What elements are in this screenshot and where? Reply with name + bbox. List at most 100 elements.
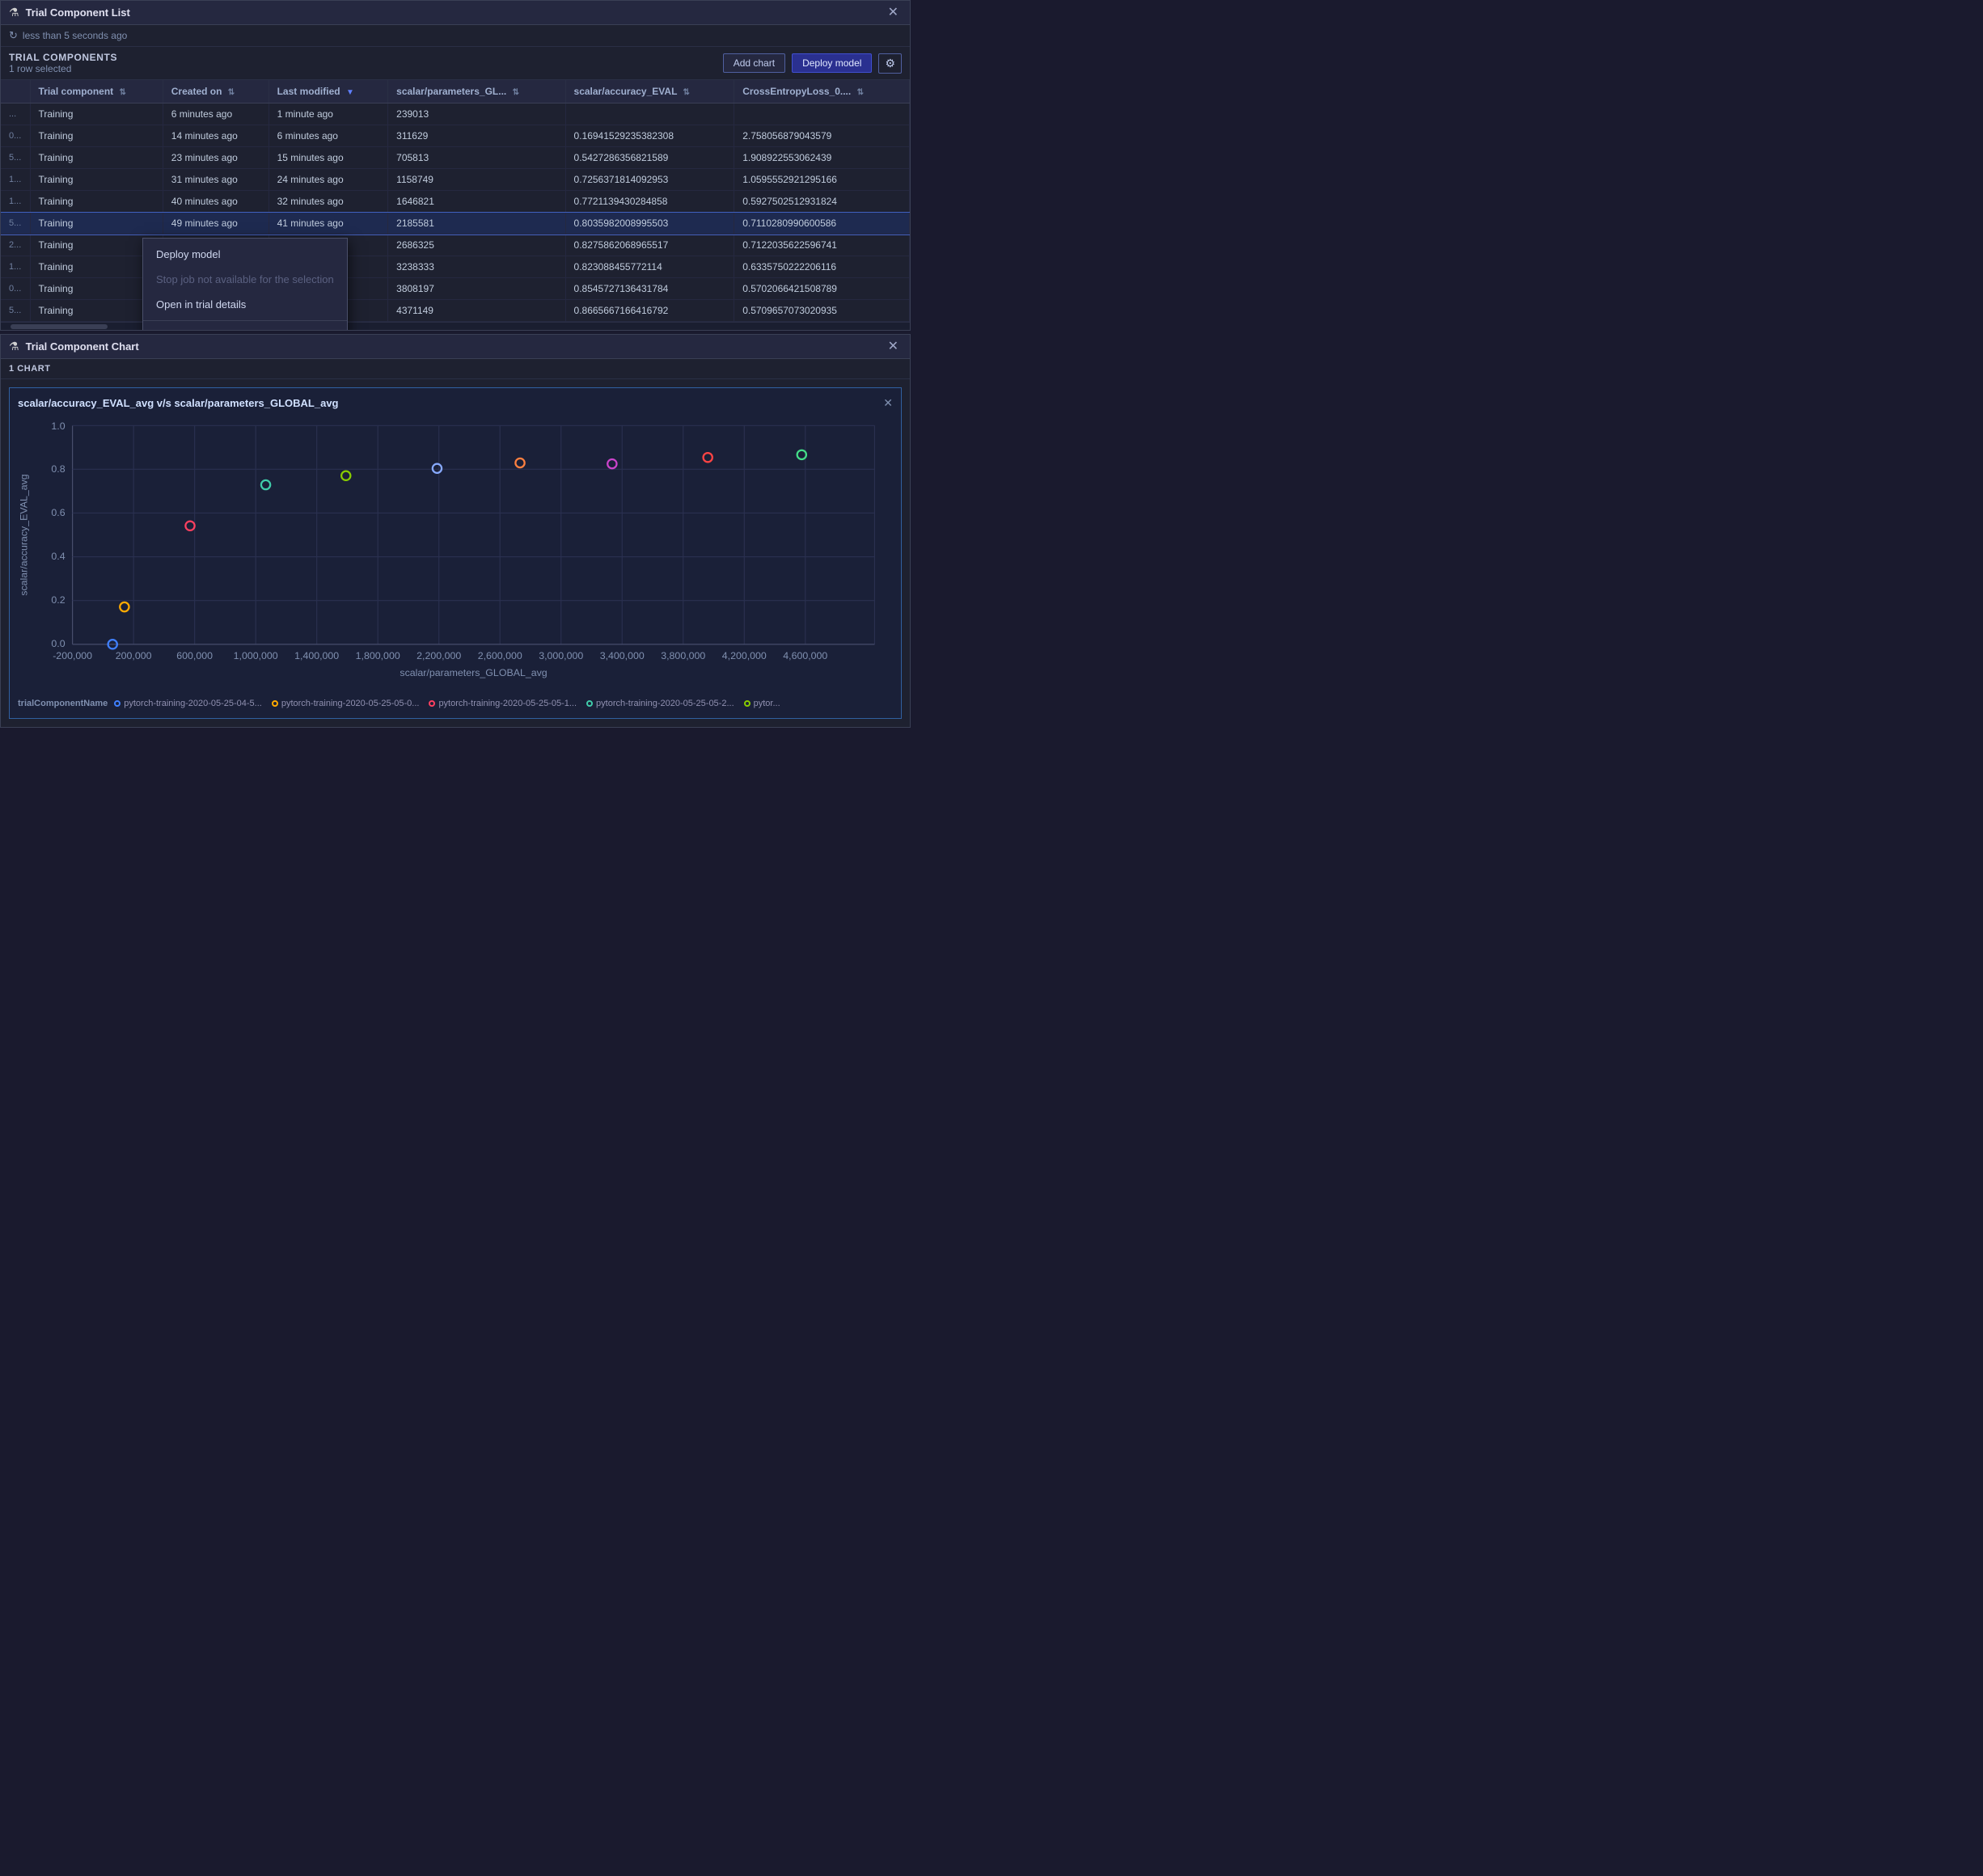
scroll-thumb[interactable] [11,324,108,329]
close-panel-bottom-button[interactable]: ✕ [885,340,902,353]
table-row[interactable]: 5...Training23 minutes ago15 minutes ago… [1,147,910,169]
table-cell-0-1: Training [30,104,163,125]
context-menu-divider [143,320,347,321]
refresh-bar: ↻ less than 5 seconds ago [1,25,910,47]
table-cell-4-4: 1646821 [388,191,565,213]
col-header-accuracy[interactable]: scalar/accuracy_EVAL ⇅ [565,80,734,104]
table-cell-2-0: 5... [1,147,30,169]
table-cell-5-3: 41 minutes ago [268,213,388,234]
table-row[interactable]: 0...Training14 minutes ago6 minutes ago3… [1,125,910,147]
table-cell-1-6: 2.758056879043579 [734,125,910,147]
legend-item-1: pytorch-training-2020-05-25-04-5... [114,699,262,708]
svg-text:scalar/parameters_GLOBAL_avg: scalar/parameters_GLOBAL_avg [400,667,547,678]
table-cell-6-6: 0.7122035622596741 [734,234,910,256]
table-cell-2-6: 1.908922553062439 [734,147,910,169]
table-row[interactable]: 5...Training43711490.86656671664167920.5… [1,300,910,322]
table-cell-3-5: 0.7256371814092953 [565,169,734,191]
table-row[interactable]: 1...Training40 minutes ago32 minutes ago… [1,191,910,213]
panel-title-bottom: Trial Component Chart [26,340,878,353]
table-row[interactable]: 1...Training32383330.8230884557721140.63… [1,256,910,278]
svg-text:4,600,000: 4,600,000 [783,650,827,661]
svg-text:-200,000: -200,000 [53,650,92,661]
table-cell-5-4: 2185581 [388,213,565,234]
table-row[interactable]: ...Training6 minutes ago1 minute ago2390… [1,104,910,125]
svg-text:600,000: 600,000 [176,650,213,661]
legend-text-1: pytorch-training-2020-05-25-04-5... [124,699,262,708]
table-cell-3-4: 1158749 [388,169,565,191]
panel-title-top: Trial Component List [26,6,878,19]
table-cell-8-0: 0... [1,278,30,300]
deploy-model-button[interactable]: Deploy model [792,53,872,73]
svg-text:4,200,000: 4,200,000 [722,650,767,661]
table-cell-2-2: 23 minutes ago [163,147,268,169]
sort-icon-param: ⇅ [513,88,519,97]
settings-button[interactable]: ⚙ [878,53,902,74]
col-header-param[interactable]: scalar/parameters_GL... ⇅ [388,80,565,104]
table-cell-5-0: 5... [1,213,30,234]
svg-text:3,800,000: 3,800,000 [661,650,705,661]
table-cell-9-5: 0.8665667166416792 [565,300,734,322]
table-row[interactable]: 0...Training38081970.85457271364317840.5… [1,278,910,300]
table-cell-0-2: 6 minutes ago [163,104,268,125]
table-body: ...Training6 minutes ago1 minute ago2390… [1,104,910,322]
horizontal-scrollbar[interactable] [1,322,910,330]
svg-text:3,000,000: 3,000,000 [539,650,583,661]
legend-item-4: pytorch-training-2020-05-25-05-2... [586,699,734,708]
chart-title: scalar/accuracy_EVAL_avg v/s scalar/para… [18,397,339,409]
chart-section-title: 1 CHART [1,359,910,379]
legend-text-2: pytorch-training-2020-05-25-05-0... [281,699,420,708]
table-cell-6-4: 2686325 [388,234,565,256]
close-chart-button[interactable]: ✕ [883,396,893,410]
table-cell-3-6: 1.0595552921295166 [734,169,910,191]
table-row[interactable]: 1...Training31 minutes ago24 minutes ago… [1,169,910,191]
svg-text:1.0: 1.0 [51,420,65,432]
flask-icon: ⚗ [9,6,19,19]
chart-legend: trialComponentName pytorch-training-2020… [18,692,893,710]
chart-svg: 0.0 0.2 0.4 0.6 0.8 1.0 scalar/accuracy_… [18,416,893,690]
close-panel-top-button[interactable]: ✕ [885,6,902,19]
table-cell-1-5: 0.16941529235382308 [565,125,734,147]
svg-text:0.8: 0.8 [51,463,65,475]
context-menu-deploy[interactable]: Deploy model [143,242,347,267]
table-cell-8-6: 0.5702066421508789 [734,278,910,300]
table-cell-4-3: 32 minutes ago [268,191,388,213]
table-cell-7-4: 3238333 [388,256,565,278]
toolbar-top: TRIAL COMPONENTS 1 row selected Add char… [1,47,910,80]
context-menu-open-trial[interactable]: Open in trial details [143,292,347,317]
table-cell-5-6: 0.7110280990600586 [734,213,910,234]
context-menu-stop: Stop job not available for the selection [143,267,347,292]
table-cell-8-4: 3808197 [388,278,565,300]
table-cell-1-3: 6 minutes ago [268,125,388,147]
table-row[interactable]: 2...Training26863250.82758620689655170.7… [1,234,910,256]
table-cell-2-3: 15 minutes ago [268,147,388,169]
table-cell-1-2: 14 minutes ago [163,125,268,147]
sort-icon-accuracy: ⇅ [683,88,690,97]
sort-icon-loss: ⇅ [857,88,864,97]
svg-text:0.0: 0.0 [51,638,65,649]
table-cell-7-5: 0.823088455772114 [565,256,734,278]
col-header-modified[interactable]: Last modified ▼ [268,80,388,104]
table-cell-0-6 [734,104,910,125]
refresh-icon: ↻ [9,29,18,42]
table-cell-4-5: 0.7721139430284858 [565,191,734,213]
table-cell-0-0: ... [1,104,30,125]
table-cell-5-2: 49 minutes ago [163,213,268,234]
toolbar-right: Add chart Deploy model ⚙ [723,53,902,74]
col-header-name[interactable]: Trial component ⇅ [30,80,163,104]
table-cell-5-5: 0.8035982008995503 [565,213,734,234]
table-row[interactable]: 5...Training49 minutes ago41 minutes ago… [1,213,910,234]
legend-dot-4 [586,700,593,707]
add-chart-button[interactable]: Add chart [723,53,785,73]
table-cell-4-2: 40 minutes ago [163,191,268,213]
table-cell-7-0: 1... [1,256,30,278]
table-cell-9-4: 4371149 [388,300,565,322]
col-header-index [1,80,30,104]
table-cell-0-4: 239013 [388,104,565,125]
col-header-loss[interactable]: CrossEntropyLoss_0.... ⇅ [734,80,910,104]
table-header: Trial component ⇅ Created on ⇅ Last modi… [1,80,910,104]
row-info: 1 row selected [9,63,723,74]
context-menu-copy[interactable]: Copy cell contents [143,324,347,330]
col-header-created[interactable]: Created on ⇅ [163,80,268,104]
table-cell-1-4: 311629 [388,125,565,147]
sort-icon-name: ⇅ [120,88,126,97]
